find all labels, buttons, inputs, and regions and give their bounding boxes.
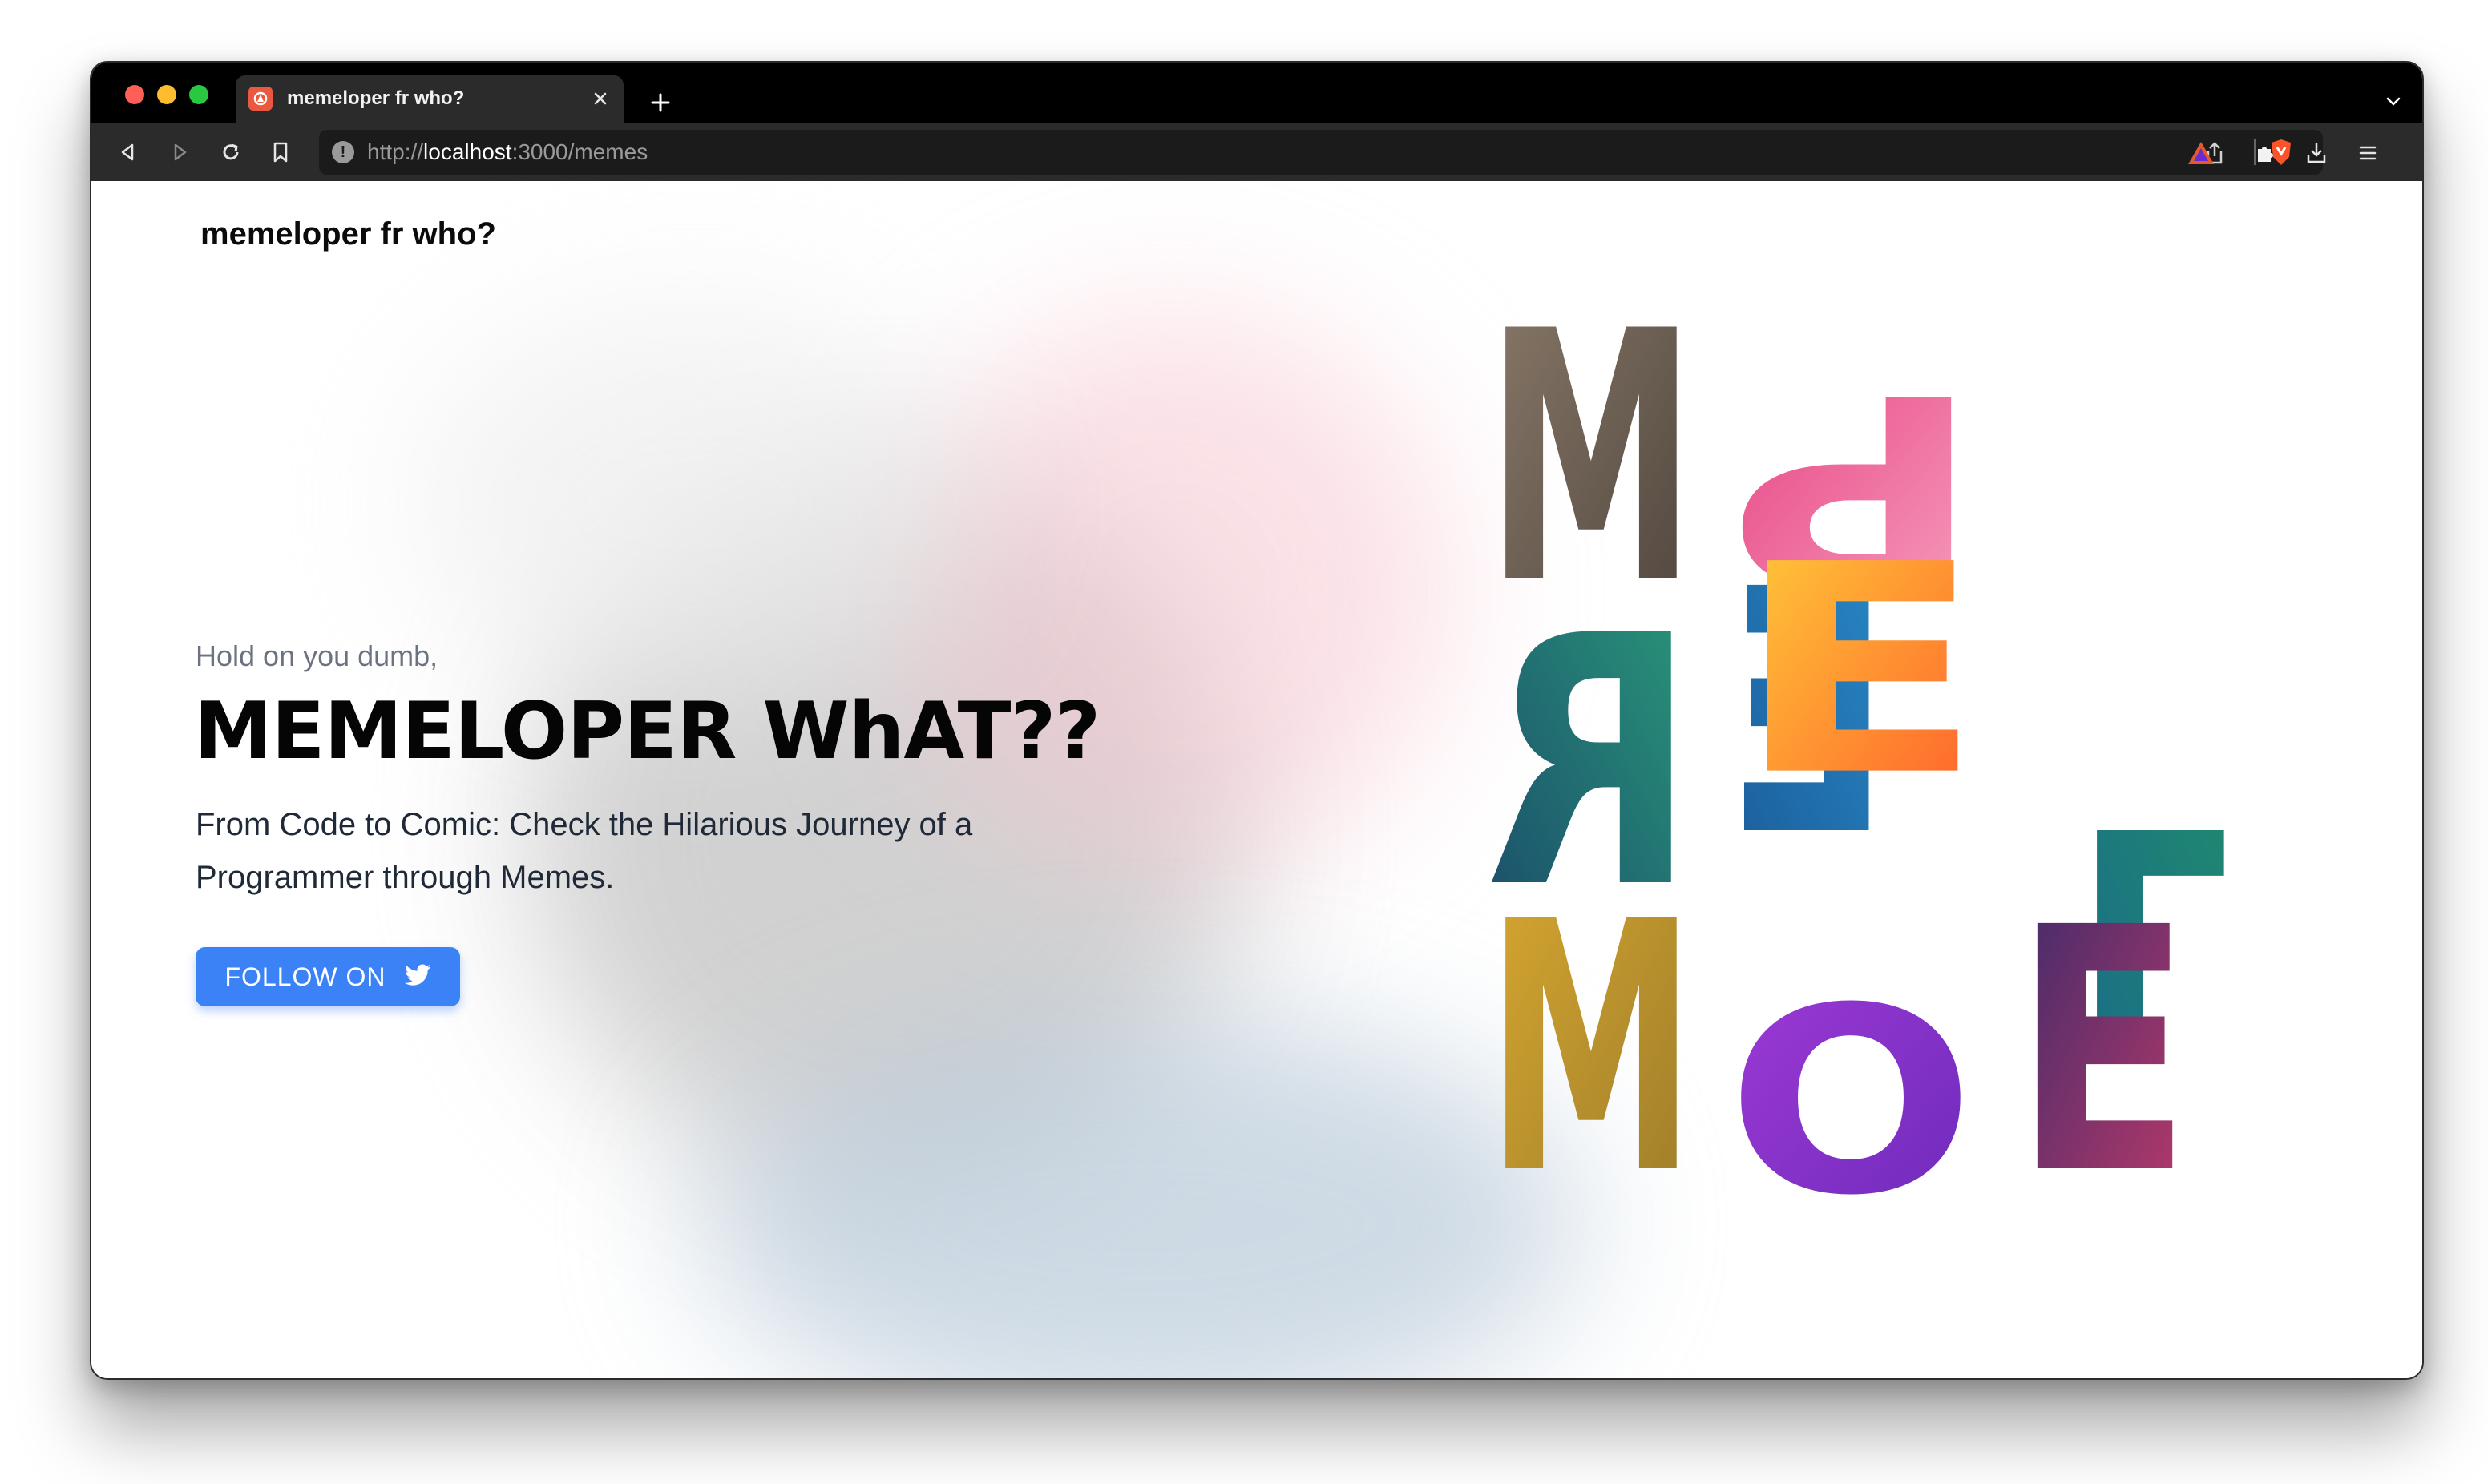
back-icon[interactable] (112, 136, 144, 168)
twitter-icon (404, 964, 431, 990)
bookmark-icon[interactable] (265, 136, 297, 168)
favicon-icon (248, 87, 273, 111)
forward-icon[interactable] (164, 136, 196, 168)
chevron-down-icon[interactable] (2379, 87, 2408, 115)
new-tab-icon[interactable] (644, 87, 677, 119)
minimize-window-button[interactable] (157, 85, 176, 104)
close-window-button[interactable] (125, 85, 144, 104)
title-bar: memeloper fr who? (91, 63, 2422, 123)
site-brand[interactable]: memeloper fr who? (200, 216, 496, 252)
art-letter-o: O (1727, 954, 1975, 1223)
zoom-window-button[interactable] (189, 85, 208, 104)
follow-on-twitter-button[interactable]: FOLLOW ON (196, 947, 460, 1006)
follow-button-label: FOLLOW ON (224, 962, 386, 991)
brave-rewards-icon[interactable] (2185, 138, 2217, 168)
art-letter-m: M (1486, 849, 1696, 1223)
reload-icon[interactable] (215, 136, 247, 168)
art-letter-e: E (1733, 503, 1985, 839)
background-blob (893, 309, 1454, 870)
active-tab[interactable]: memeloper fr who? (236, 75, 624, 123)
tab-title: memeloper fr who? (287, 87, 465, 109)
page-content: memeloper fr who? Hold on you dumb, MEME… (91, 181, 2422, 1378)
address-bar[interactable]: ! http://localhost:3000/memes (319, 130, 2323, 175)
site-info-icon[interactable]: ! (332, 141, 354, 163)
menu-icon[interactable] (2352, 138, 2384, 168)
browser-window: memeloper fr who? ! http://localhost:300… (90, 61, 2424, 1380)
toolbar: ! http://localhost:3000/memes (91, 123, 2422, 181)
art-letter-e: E (2013, 857, 2191, 1223)
hero-kicker: Hold on you dumb, (196, 639, 438, 672)
memeloper-letter-art: M R M P E L E O E (1486, 259, 2288, 1252)
download-icon[interactable] (2300, 138, 2332, 168)
url-text[interactable]: http://localhost:3000/memes (367, 140, 648, 164)
close-tab-icon[interactable] (587, 85, 614, 112)
background-blob (412, 301, 973, 702)
hero-description: From Code to Comic: Check the Hilarious … (196, 807, 973, 895)
hero-title: MEMELOPER WhAT?? (194, 686, 1101, 777)
extensions-icon[interactable] (2249, 138, 2281, 168)
